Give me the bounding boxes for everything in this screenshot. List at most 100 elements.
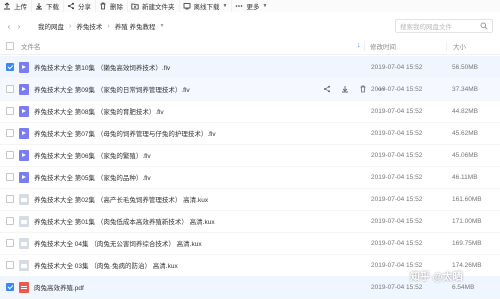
file-icon bbox=[19, 237, 29, 249]
file-name[interactable]: 养兔技术大全 第07集 （母兔的饲养管理与仔兔的护理技术）.flv bbox=[34, 128, 216, 138]
video-file-icon bbox=[19, 83, 29, 95]
file-time: 2019-07-04 15:52 bbox=[371, 239, 423, 247]
row-checkbox[interactable] bbox=[6, 283, 14, 291]
table-row[interactable]: 养兔技术大全 04集 （肉兔无公害饲养综合技术） 高清.kux 2019-07-… bbox=[0, 232, 500, 255]
search-placeholder: 搜索我的网盘文件 bbox=[400, 24, 452, 31]
pdf-file-icon bbox=[19, 281, 29, 293]
breadcrumb-separator: › bbox=[107, 22, 110, 30]
delete-icon[interactable] bbox=[358, 84, 368, 94]
column-time-header[interactable]: 修改时间 bbox=[370, 41, 396, 51]
upload-label: 上传 bbox=[14, 4, 27, 11]
new-folder-icon bbox=[131, 2, 139, 10]
row-checkbox[interactable] bbox=[6, 151, 14, 159]
file-time: 2019-07-04 15:52 bbox=[371, 151, 423, 159]
column-name-header[interactable]: 文件名 bbox=[21, 41, 41, 51]
delete-icon bbox=[99, 2, 107, 10]
file-name[interactable]: 养兔技术大全 第05集 （家兔的品种）.flv bbox=[34, 172, 151, 182]
download-icon[interactable] bbox=[340, 84, 350, 94]
file-name[interactable]: 养兔技术大全 03集 （肉兔·兔病的防治） 高清.kux bbox=[34, 260, 178, 270]
video-file-icon bbox=[19, 149, 29, 161]
file-list-header: 文件名 ↓ 修改时间 大小 bbox=[0, 37, 500, 55]
row-checkbox[interactable] bbox=[6, 195, 14, 203]
new-folder-button[interactable]: 新建文件夹 bbox=[128, 0, 180, 12]
file-icon bbox=[19, 193, 29, 205]
upload-icon bbox=[3, 2, 11, 10]
file-size: 44.82MB bbox=[452, 107, 479, 115]
select-all-checkbox[interactable] bbox=[6, 41, 14, 50]
row-checkbox[interactable] bbox=[6, 129, 14, 137]
back-arrow-icon[interactable]: ‹ bbox=[4, 22, 14, 31]
table-row[interactable]: 养兔技术大全 第07集 （母兔的饲养管理与仔兔的护理技术）.flv 2019-0… bbox=[0, 122, 500, 145]
column-size-header[interactable]: 大小 bbox=[453, 41, 466, 51]
row-checkbox[interactable] bbox=[6, 261, 14, 269]
file-size: 6.54MB bbox=[452, 283, 475, 291]
file-name[interactable]: 养兔技术大全 第06集 （家兔的繁殖）.flv bbox=[34, 150, 151, 160]
file-name[interactable]: 养兔技术大全 第02集 （高产长毛兔饲养管理技术） 高清.kux bbox=[34, 194, 208, 204]
video-file-icon bbox=[19, 127, 29, 139]
file-time: 2019-07-04 15:52 bbox=[371, 217, 423, 225]
file-size: 37.34MB bbox=[452, 85, 479, 93]
more-icon bbox=[235, 2, 243, 10]
file-time: 2019-07-04 15:52 bbox=[371, 195, 423, 203]
table-row[interactable]: 养兔技术大全 第01集 （肉兔低成本高效养殖新技术） 高清.kux 2019-0… bbox=[0, 210, 500, 233]
forward-arrow-icon[interactable]: › bbox=[14, 22, 24, 31]
file-name[interactable]: 养兔技术大全 第01集 （肉兔低成本高效养殖新技术） 高清.kux bbox=[34, 216, 215, 226]
row-checkbox[interactable] bbox=[6, 107, 14, 115]
share-button[interactable]: 分享 bbox=[64, 0, 96, 12]
offline-download-button[interactable]: 离线下载 ▼ bbox=[180, 0, 233, 12]
table-row[interactable]: 养兔技术大全 第08集 （家兔的育肥技术）.flv 2019-07-04 15:… bbox=[0, 100, 500, 123]
file-icon bbox=[19, 215, 29, 227]
share-label: 分享 bbox=[78, 4, 91, 11]
search-icon[interactable] bbox=[480, 22, 488, 30]
file-name[interactable]: 养兔技术大全 第09集 （家兔的日常饲养管理技术）.flv bbox=[34, 84, 190, 94]
video-file-icon bbox=[19, 171, 29, 183]
chevron-down-icon: ▼ bbox=[222, 3, 228, 9]
file-time: 2019-07-04 15:52 bbox=[371, 107, 423, 115]
table-row[interactable]: 养兔技术大全 第09集 （家兔的日常饲养管理技术）.flv 2019-07-04… bbox=[0, 78, 500, 101]
video-file-icon bbox=[19, 61, 29, 73]
download-label: 下载 bbox=[46, 4, 59, 11]
row-checkbox[interactable] bbox=[6, 63, 14, 71]
sort-arrow-icon[interactable]: ↓ bbox=[357, 42, 361, 49]
file-size: 171.00MB bbox=[452, 217, 482, 225]
file-name[interactable]: 肉兔高效养殖.pdf bbox=[34, 282, 84, 292]
offline-download-label: 离线下载 bbox=[193, 4, 220, 11]
table-row[interactable]: 养兔技术大全 第06集 （家兔的繁殖）.flv 2019-07-04 15:52… bbox=[0, 144, 500, 167]
table-row[interactable]: 养兔技术大全 第10集 （獭兔高效饲养技术）.flv 2019-07-04 15… bbox=[0, 56, 500, 79]
table-row[interactable]: 养兔技术大全 第05集 （家兔的品种）.flv 2019-07-04 15:52… bbox=[0, 166, 500, 189]
download-button[interactable]: 下载 bbox=[32, 0, 64, 12]
breadcrumb-item[interactable]: 我的网盘 bbox=[38, 21, 64, 31]
chevron-down-icon[interactable]: ▼ bbox=[160, 23, 165, 29]
delete-button[interactable]: 删除 bbox=[96, 0, 128, 12]
file-size: 169.75MB bbox=[452, 239, 482, 247]
file-name[interactable]: 养兔技术大全 04集 （肉兔无公害饲养综合技术） 高清.kux bbox=[34, 238, 202, 248]
column-divider bbox=[446, 41, 447, 51]
breadcrumb-item[interactable]: 养殖 养兔教程 bbox=[115, 21, 156, 31]
file-icon bbox=[19, 259, 29, 271]
file-time: 2019-07-04 15:52 bbox=[371, 173, 423, 181]
file-time: 2019-07-04 15:52 bbox=[371, 283, 423, 291]
file-size: 45.62MB bbox=[452, 129, 479, 137]
watermark: 知乎 @太晒 bbox=[410, 272, 463, 283]
row-checkbox[interactable] bbox=[6, 239, 14, 247]
column-divider bbox=[364, 41, 365, 51]
share-icon[interactable] bbox=[322, 84, 332, 94]
offline-download-icon bbox=[183, 2, 191, 10]
file-size: 56.50MB bbox=[452, 63, 479, 71]
video-file-icon bbox=[19, 105, 29, 117]
search-input[interactable]: 搜索我的网盘文件 bbox=[395, 19, 493, 33]
breadcrumb-separator: › bbox=[69, 22, 72, 30]
more-label: 更多 bbox=[246, 4, 260, 11]
row-checkbox[interactable] bbox=[6, 85, 14, 93]
file-name[interactable]: 养兔技术大全 第08集 （家兔的育肥技术）.flv bbox=[34, 106, 164, 116]
delete-label: 删除 bbox=[110, 4, 123, 11]
file-time: 2019-07-04 15:52 bbox=[371, 63, 423, 71]
row-checkbox[interactable] bbox=[6, 217, 14, 225]
file-name[interactable]: 养兔技术大全 第10集 （獭兔高效饲养技术）.flv bbox=[34, 62, 170, 72]
upload-button[interactable]: 上传 bbox=[0, 0, 32, 12]
row-checkbox[interactable] bbox=[6, 173, 14, 181]
chevron-down-icon: ▼ bbox=[262, 3, 268, 9]
breadcrumb-item[interactable]: 养兔技术 bbox=[76, 21, 102, 31]
more-button[interactable]: 更多 ▼ bbox=[232, 0, 271, 12]
table-row[interactable]: 养兔技术大全 第02集 （高产长毛兔饲养管理技术） 高清.kux 2019-07… bbox=[0, 188, 500, 211]
